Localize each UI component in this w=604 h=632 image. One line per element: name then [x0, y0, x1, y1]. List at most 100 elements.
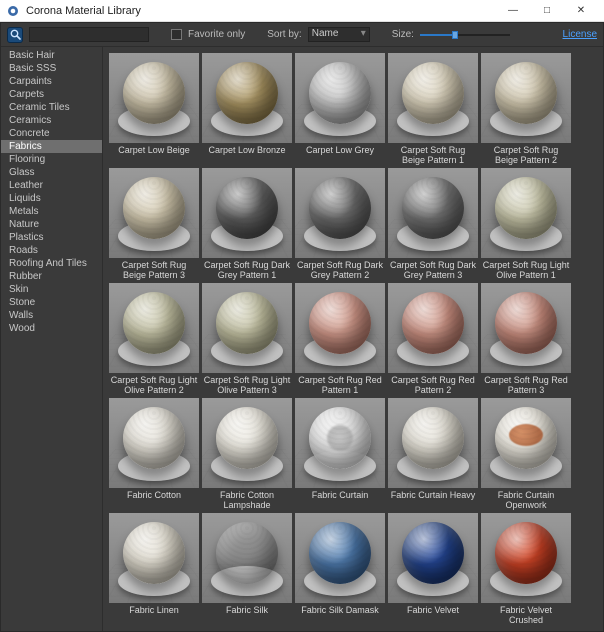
favorite-only-label: Favorite only	[188, 29, 245, 40]
material-thumbnail[interactable]	[388, 168, 478, 258]
material-card[interactable]: Carpet Soft Rug Beige Pattern 1	[388, 53, 478, 165]
material-card[interactable]: Fabric Cotton	[109, 398, 199, 510]
toolbar: Favorite only Sort by: Name Size: Licens…	[1, 23, 603, 47]
material-card[interactable]: Carpet Soft Rug Dark Grey Pattern 3	[388, 168, 478, 280]
material-thumbnail[interactable]	[109, 398, 199, 488]
material-thumbnail[interactable]	[481, 283, 571, 373]
material-thumbnail[interactable]	[388, 53, 478, 143]
material-thumbnail[interactable]	[202, 513, 292, 603]
material-label: Carpet Low Grey	[295, 143, 385, 163]
size-label: Size:	[392, 29, 414, 40]
minimize-button[interactable]: —	[496, 0, 530, 22]
material-card[interactable]: Carpet Low Beige	[109, 53, 199, 165]
license-link[interactable]: License	[563, 29, 597, 40]
app-chrome: Favorite only Sort by: Name Size: Licens…	[0, 22, 604, 632]
material-card[interactable]: Fabric Curtain Openwork	[481, 398, 571, 510]
sidebar-item-basic-sss[interactable]: Basic SSS	[1, 62, 102, 75]
material-thumbnail[interactable]	[295, 398, 385, 488]
sidebar-item-leather[interactable]: Leather	[1, 179, 102, 192]
content: Basic HairBasic SSSCarpaintsCarpetsCeram…	[1, 47, 603, 631]
material-thumbnail[interactable]	[295, 53, 385, 143]
sidebar-item-flooring[interactable]: Flooring	[1, 153, 102, 166]
material-thumbnail[interactable]	[295, 168, 385, 258]
sortby-value: Name	[312, 28, 339, 39]
material-thumbnail[interactable]	[388, 398, 478, 488]
material-thumbnail[interactable]	[202, 283, 292, 373]
material-label: Carpet Soft Rug Dark Grey Pattern 2	[295, 258, 385, 280]
material-card[interactable]: Carpet Soft Rug Red Pattern 3	[481, 283, 571, 395]
material-card[interactable]: Carpet Soft Rug Beige Pattern 3	[109, 168, 199, 280]
sidebar-item-skin[interactable]: Skin	[1, 283, 102, 296]
sidebar-item-walls[interactable]: Walls	[1, 309, 102, 322]
material-thumbnail[interactable]	[388, 283, 478, 373]
material-thumbnail[interactable]	[481, 513, 571, 603]
material-thumbnail[interactable]	[202, 53, 292, 143]
material-thumbnail[interactable]	[109, 283, 199, 373]
thumbnail-size-slider[interactable]	[420, 29, 510, 41]
sidebar-item-plastics[interactable]: Plastics	[1, 231, 102, 244]
sortby-select[interactable]: Name	[308, 27, 370, 42]
sidebar-item-ceramics[interactable]: Ceramics	[1, 114, 102, 127]
sidebar-item-liquids[interactable]: Liquids	[1, 192, 102, 205]
sortby-label: Sort by:	[267, 29, 301, 40]
material-label: Carpet Low Beige	[109, 143, 199, 163]
material-thumbnail[interactable]	[109, 53, 199, 143]
material-card[interactable]: Carpet Soft Rug Beige Pattern 2	[481, 53, 571, 165]
material-label: Carpet Soft Rug Dark Grey Pattern 3	[388, 258, 478, 280]
material-card[interactable]: Fabric Velvet	[388, 513, 478, 625]
material-label: Carpet Soft Rug Beige Pattern 2	[481, 143, 571, 165]
sidebar-item-carpets[interactable]: Carpets	[1, 88, 102, 101]
material-card[interactable]: Carpet Soft Rug Red Pattern 2	[388, 283, 478, 395]
material-card[interactable]: Fabric Velvet Crushed	[481, 513, 571, 625]
material-thumbnail[interactable]	[202, 398, 292, 488]
material-card[interactable]: Fabric Curtain Heavy	[388, 398, 478, 510]
app-icon	[6, 4, 20, 18]
material-card[interactable]: Fabric Curtain	[295, 398, 385, 510]
sidebar-item-basic-hair[interactable]: Basic Hair	[1, 49, 102, 62]
search-icon[interactable]	[7, 27, 23, 43]
sidebar-item-glass[interactable]: Glass	[1, 166, 102, 179]
material-thumbnail[interactable]	[481, 398, 571, 488]
sidebar-item-metals[interactable]: Metals	[1, 205, 102, 218]
material-card[interactable]: Carpet Low Grey	[295, 53, 385, 165]
material-label: Carpet Soft Rug Beige Pattern 1	[388, 143, 478, 165]
material-card[interactable]: Carpet Soft Rug Red Pattern 1	[295, 283, 385, 395]
material-card[interactable]: Carpet Soft Rug Dark Grey Pattern 1	[202, 168, 292, 280]
material-thumbnail[interactable]	[109, 513, 199, 603]
material-card[interactable]: Fabric Silk	[202, 513, 292, 625]
material-label: Carpet Soft Rug Red Pattern 3	[481, 373, 571, 395]
material-thumbnail[interactable]	[202, 168, 292, 258]
favorite-only-checkbox[interactable]	[171, 29, 182, 40]
material-card[interactable]: Fabric Linen	[109, 513, 199, 625]
sidebar-item-roads[interactable]: Roads	[1, 244, 102, 257]
sidebar-item-stone[interactable]: Stone	[1, 296, 102, 309]
search-input[interactable]	[29, 27, 149, 42]
sidebar-item-ceramic-tiles[interactable]: Ceramic Tiles	[1, 101, 102, 114]
material-card[interactable]: Carpet Low Bronze	[202, 53, 292, 165]
material-card[interactable]: Fabric Silk Damask	[295, 513, 385, 625]
material-card[interactable]: Fabric Cotton Lampshade	[202, 398, 292, 510]
material-thumbnail[interactable]	[295, 283, 385, 373]
material-thumbnail[interactable]	[109, 168, 199, 258]
material-card[interactable]: Carpet Soft Rug Light Olive Pattern 1	[481, 168, 571, 280]
sidebar-item-nature[interactable]: Nature	[1, 218, 102, 231]
sidebar-item-fabrics[interactable]: Fabrics	[1, 140, 102, 153]
material-thumbnail[interactable]	[295, 513, 385, 603]
material-thumbnail[interactable]	[481, 53, 571, 143]
material-thumbnail[interactable]	[481, 168, 571, 258]
close-button[interactable]: ✕	[564, 0, 598, 22]
sidebar-item-concrete[interactable]: Concrete	[1, 127, 102, 140]
material-thumbnail[interactable]	[388, 513, 478, 603]
sidebar-item-roofing-and-tiles[interactable]: Roofing And Tiles	[1, 257, 102, 270]
material-label: Fabric Curtain	[295, 488, 385, 508]
sidebar-item-carpaints[interactable]: Carpaints	[1, 75, 102, 88]
maximize-button[interactable]: □	[530, 0, 564, 22]
material-grid-scroll[interactable]: Carpet Low BeigeCarpet Low BronzeCarpet …	[103, 47, 603, 631]
sidebar-item-rubber[interactable]: Rubber	[1, 270, 102, 283]
material-card[interactable]: Carpet Soft Rug Light Olive Pattern 2	[109, 283, 199, 395]
material-card[interactable]: Carpet Soft Rug Light Olive Pattern 3	[202, 283, 292, 395]
category-sidebar: Basic HairBasic SSSCarpaintsCarpetsCeram…	[1, 47, 103, 631]
material-label: Carpet Soft Rug Light Olive Pattern 3	[202, 373, 292, 395]
material-card[interactable]: Carpet Soft Rug Dark Grey Pattern 2	[295, 168, 385, 280]
sidebar-item-wood[interactable]: Wood	[1, 322, 102, 335]
